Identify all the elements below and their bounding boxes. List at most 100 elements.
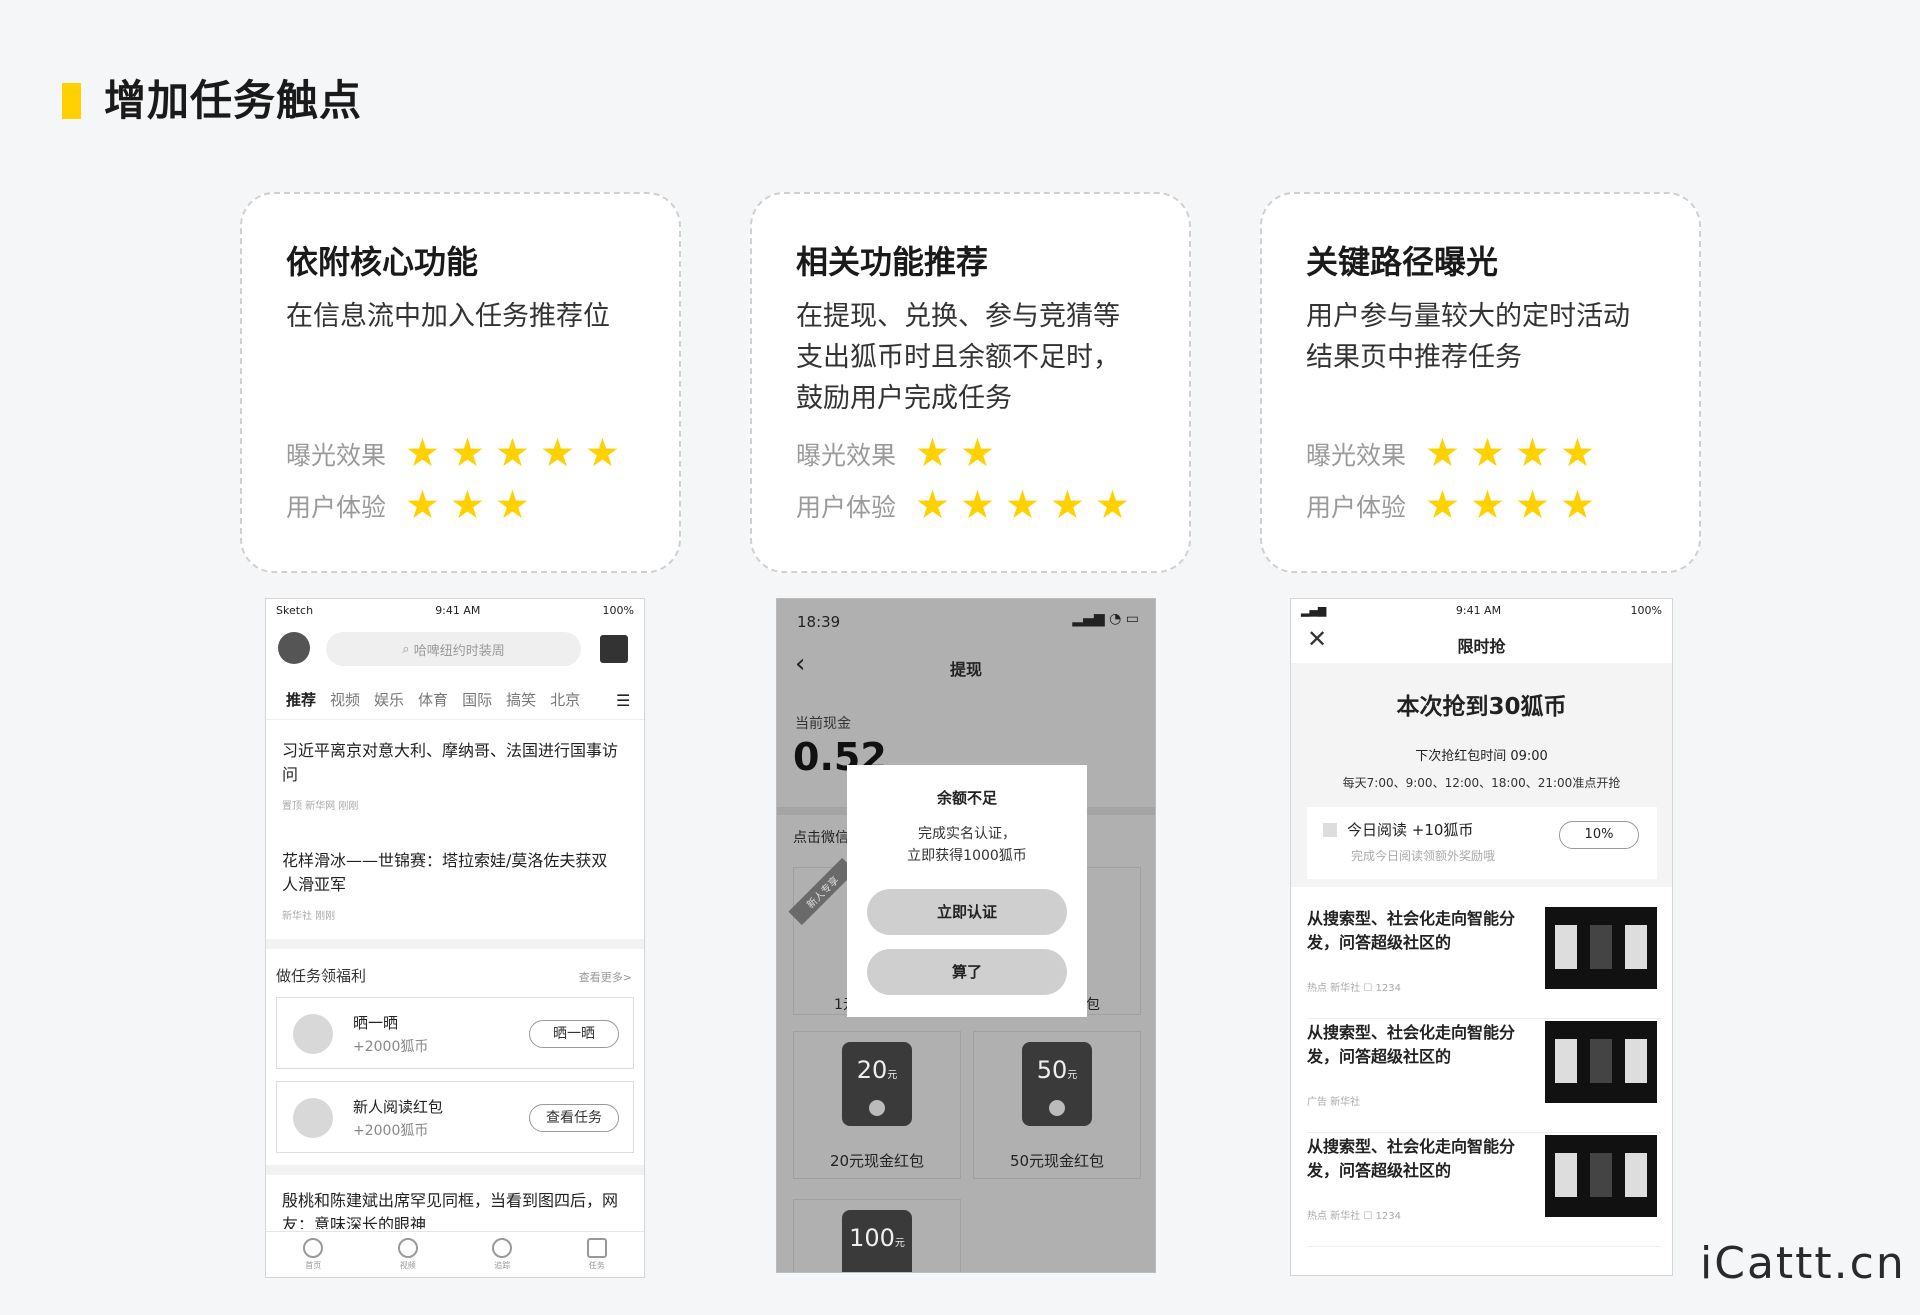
news-meta: 置顶 新华网 刚刚 xyxy=(282,801,359,812)
feed-meta: 广告 新华社 xyxy=(1307,1097,1361,1108)
feed-item[interactable]: 从搜索型、社会化走向智能分发，问答超级社区的 热点 新华社 ☐ 1234 xyxy=(1307,907,1661,1019)
tab-funny[interactable]: 搞笑 xyxy=(506,689,536,710)
tab-bar: 首页 视频 追踪 任务 xyxy=(266,1231,644,1277)
nav-title: 限时抢 xyxy=(1457,637,1506,656)
home-icon xyxy=(303,1238,324,1258)
signal-icon: ▂▄▆ ◔ ▭ xyxy=(1072,611,1139,627)
star-rating: ★ ★ ★ ★ xyxy=(1420,486,1600,526)
star-icon: ★ xyxy=(915,431,950,476)
dialog-text-2: 立即获得1000狐币 xyxy=(907,848,1027,864)
search-input[interactable]: ⌕ 哈啤纽约时装周 xyxy=(326,632,581,666)
phone-mockup-feed: Sketch 9:41 AM 100% ⌕ 哈啤纽约时装周 推荐 视频 娱乐 体… xyxy=(265,598,645,1278)
task-name: 新人阅读红包 xyxy=(353,1098,444,1116)
option-label: 20元现金红包 xyxy=(829,1152,925,1170)
newspaper-icon[interactable] xyxy=(600,635,628,663)
option-tile-100[interactable]: 100元 xyxy=(793,1199,961,1272)
battery-text: 100% xyxy=(602,603,634,617)
task-title: 今日阅读 +10狐币 xyxy=(1347,821,1474,839)
play-icon xyxy=(397,1238,418,1258)
status-bar: Sketch 9:41 AM 100% xyxy=(266,599,644,621)
tab-label: 视频 xyxy=(399,1261,416,1270)
packet-unit: 元 xyxy=(1067,1070,1078,1081)
option-tile-50[interactable]: 50元 50元现金红包 xyxy=(973,1031,1141,1179)
avatar[interactable] xyxy=(278,632,310,664)
share-button[interactable]: 晒一晒 xyxy=(529,1020,619,1048)
star-icon: ★ xyxy=(1425,483,1460,528)
packet-unit: 元 xyxy=(887,1070,898,1081)
star-icon: ★ xyxy=(585,431,620,476)
watermark: iCattt.cn xyxy=(1700,1238,1906,1289)
carrier-text: Sketch xyxy=(276,603,314,617)
star-rating: ★ ★ ★ ★ xyxy=(1420,434,1600,474)
title-accent-bar xyxy=(62,83,81,119)
feed-title: 从搜索型、社会化走向智能分发，问答超级社区的 xyxy=(1307,1023,1516,1066)
card-desc: 用户参与量较大的定时活动 结果页中推荐任务 xyxy=(1306,301,1630,373)
rating-label: 用户体验 xyxy=(286,493,387,522)
view-task-button[interactable]: 查看任务 xyxy=(529,1104,619,1132)
star-rating: ★ ★ xyxy=(910,434,1000,474)
phone-mockup-flash-sale: ▂▄▆ 9:41 AM 100% ✕ 限时抢 本次抢到30狐币 下次抢红包时间 … xyxy=(1290,598,1673,1276)
star-icon: ★ xyxy=(915,483,950,528)
reading-task-card[interactable]: 今日阅读 +10狐币 完成今日阅读领额外奖励哦 10% xyxy=(1307,807,1657,879)
feed-item[interactable]: 从搜索型、社会化走向智能分发，问答超级社区的 热点 新华社 ☐ 1234 xyxy=(1307,1135,1661,1247)
tab-video-bottom[interactable]: 视频 xyxy=(397,1238,418,1271)
more-link[interactable]: 查看更多> xyxy=(579,969,632,985)
tab-sports[interactable]: 体育 xyxy=(418,689,448,710)
rating-label: 曝光效果 xyxy=(1306,441,1407,470)
tab-beijing[interactable]: 北京 xyxy=(550,689,580,710)
card-desc: 在提现、兑换、参与竞猜等 支出狐币时且余额不足时， 鼓励用户完成任务 xyxy=(796,301,1120,414)
feed-item[interactable]: 从搜索型、社会化走向智能分发，问答超级社区的 广告 新华社 xyxy=(1307,1021,1661,1133)
thumbnail-image xyxy=(1545,1135,1657,1217)
tab-task[interactable]: 任务 xyxy=(586,1238,607,1271)
feed-title: 从搜索型、社会化走向智能分发，问答超级社区的 xyxy=(1307,1137,1516,1180)
star-rating: ★ ★ ★ xyxy=(400,486,535,526)
task-icon xyxy=(293,1098,333,1138)
news-title: 习近平离京对意大利、摩纳哥、法国进行国事访问 xyxy=(282,741,619,784)
signal-icon: ▂▄▆ xyxy=(1301,603,1327,617)
task-reward: +2000狐币 xyxy=(353,1123,429,1139)
option-tile-20[interactable]: 20元 20元现金红包 xyxy=(793,1031,961,1179)
verify-button[interactable]: 立即认证 xyxy=(867,889,1067,935)
star-icon: ★ xyxy=(1425,431,1460,476)
task-card: 新人阅读红包 +2000狐币 查看任务 xyxy=(276,1081,634,1153)
tab-label: 首页 xyxy=(305,1261,322,1270)
packet-amount: 20 xyxy=(856,1056,888,1084)
list-icon xyxy=(586,1238,607,1258)
tab-recommend[interactable]: 推荐 xyxy=(286,689,316,710)
task-icon xyxy=(293,1014,333,1054)
tab-entertainment[interactable]: 娱乐 xyxy=(374,689,404,710)
news-item[interactable]: 花样滑冰——世锦赛：塔拉索娃/莫洛佐夫获双人滑亚军 新华社 刚刚 xyxy=(282,849,622,922)
star-icon: ★ xyxy=(1560,431,1595,476)
status-time: 9:41 AM xyxy=(1455,603,1502,617)
rating-label: 曝光效果 xyxy=(796,441,897,470)
cancel-button[interactable]: 算了 xyxy=(867,949,1067,995)
tab-home[interactable]: 首页 xyxy=(303,1238,324,1271)
tab-international[interactable]: 国际 xyxy=(462,689,492,710)
tab-video[interactable]: 视频 xyxy=(330,689,360,710)
feature-card-2: 相关功能推荐 在提现、兑换、参与竞猜等 支出狐币时且余额不足时， 鼓励用户完成任… xyxy=(750,192,1191,573)
search-icon: ⌕ xyxy=(402,641,414,657)
task-section-title: 做任务领福利 xyxy=(276,967,367,985)
menu-icon[interactable]: ☰ xyxy=(616,691,630,710)
news-item[interactable]: 殷桃和陈建斌出席罕见同框，当看到图四后，网友：意味深长的眼神 xyxy=(282,1189,622,1229)
status-time: 18:39 xyxy=(797,613,841,631)
task-name: 晒一晒 xyxy=(353,1014,399,1032)
star-icon: ★ xyxy=(540,431,575,476)
feature-card-3: 关键路径曝光 用户参与量较大的定时活动 结果页中推荐任务 曝光效果 ★ ★ ★ ★ 用户… xyxy=(1260,192,1701,573)
new-user-badge: 新人专享 xyxy=(788,857,856,926)
card-title: 关键路径曝光 xyxy=(1306,243,1499,281)
star-icon: ★ xyxy=(1095,483,1130,528)
news-item[interactable]: 习近平离京对意大利、摩纳哥、法国进行国事访问 置顶 新华网 刚刚 xyxy=(282,739,622,812)
feed-title: 从搜索型、社会化走向智能分发，问答超级社区的 xyxy=(1307,909,1516,952)
exposure-rating: 曝光效果 ★ ★ ★ ★ xyxy=(1306,432,1600,476)
option-label: 包 xyxy=(1086,997,1100,1013)
star-rating: ★ ★ ★ ★ ★ xyxy=(400,434,625,474)
star-icon: ★ xyxy=(960,431,995,476)
tab-track[interactable]: 追踪 xyxy=(492,1238,513,1271)
status-bar: ▂▄▆ 9:41 AM 100% xyxy=(1291,599,1672,621)
card-desc: 在信息流中加入任务推荐位 xyxy=(286,301,610,332)
red-packet-icon: 100元 xyxy=(842,1210,912,1272)
rating-label: 曝光效果 xyxy=(286,441,387,470)
news-title: 殷桃和陈建斌出席罕见同框，当看到图四后，网友：意味深长的眼神 xyxy=(282,1191,619,1229)
ux-rating: 用户体验 ★ ★ ★ ★ xyxy=(1306,484,1600,528)
